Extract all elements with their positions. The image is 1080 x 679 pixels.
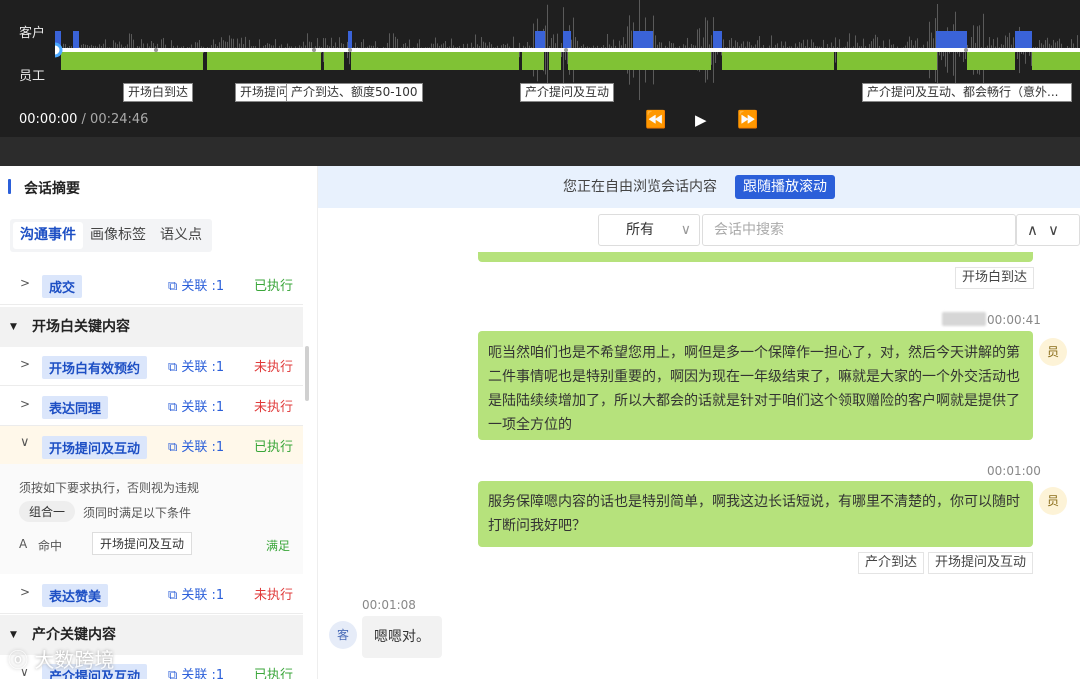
player-divider [0, 137, 1080, 166]
playhead-handle [55, 42, 63, 58]
event-chip[interactable]: 开场白到达 [955, 267, 1035, 289]
group-desc: 须同时满足以下条件 [83, 506, 192, 520]
event-chip[interactable]: 产介到达 [858, 552, 925, 574]
play-icon[interactable]: ▶ [695, 110, 707, 130]
forward-icon[interactable]: ⏩ [737, 110, 758, 130]
current-time: 00:00:00 [19, 112, 78, 127]
tab-profile-tags[interactable]: 画像标签 [83, 222, 153, 249]
segment-label[interactable]: 产介提问及互动、都会畅行（意外... [862, 83, 1072, 102]
chevron-right-icon[interactable]: > [20, 357, 30, 371]
condition-hit: 命中 [38, 539, 63, 553]
rewind-icon[interactable]: ⏪ [645, 110, 666, 130]
event-row[interactable]: > 表达同理 ⧉ 关联 :1 未执行 [0, 386, 303, 426]
group-badge: 组合一 [19, 501, 76, 522]
segment-label[interactable]: 开场提问 [235, 83, 289, 102]
status-badge: 已执行 [254, 668, 294, 679]
event-tag: 成交 [42, 275, 83, 298]
message-time: 00:01:00 [987, 464, 1041, 478]
chevron-right-icon[interactable]: > [20, 276, 30, 290]
customer-speech-segments [55, 31, 1032, 49]
customer-lane-label: 客户 [19, 26, 46, 41]
chevron-down-icon[interactable]: ∨ [20, 435, 30, 450]
time-separator: / [77, 112, 91, 127]
message-time: 00:01:08 [362, 598, 416, 612]
event-tag: 表达赞美 [42, 584, 109, 607]
employee-speech-segments [61, 52, 1080, 70]
event-detail: 须按如下要求执行，否则视为违规 组合一 须同时满足以下条件 A 命中 开场提问及… [0, 464, 303, 574]
customer-avatar: 客 [329, 621, 357, 649]
status-badge: 已执行 [254, 279, 294, 294]
event-row[interactable]: > 表达赞美 ⧉ 关联 :1 未执行 [0, 574, 303, 614]
tab-semantic-points[interactable]: 语义点 [153, 222, 209, 249]
speaker-filter[interactable]: 所有 ∨ [598, 214, 700, 246]
status-badge: 未执行 [254, 400, 294, 415]
time-display: 00:00:00 / 00:24:46 [19, 112, 148, 127]
related-count[interactable]: 关联 :1 [181, 668, 224, 679]
segment-label[interactable]: 产介到达、额度50-100 [286, 83, 423, 102]
related-link[interactable]: ⧉ 关联 :1 [168, 396, 224, 415]
status-badge: 已执行 [254, 440, 294, 455]
chevron-down-icon[interactable]: ∨ [681, 215, 691, 245]
event-row[interactable]: > 开场白有效预约 ⧉ 关联 :1 未执行 [0, 346, 303, 386]
condition-result: 满足 [266, 539, 291, 553]
summary-title: 会话摘要 [8, 178, 80, 198]
status-badge: 未执行 [254, 360, 294, 375]
conversation-panel: 您正在自由浏览会话内容 跟随播放滚动 所有 ∨ 会话中搜索 ∧∨ 开场白到达 00:… [318, 166, 1080, 679]
watermark-text: 大数跨境 [34, 648, 115, 672]
search-input[interactable]: 会话中搜索 [702, 214, 1016, 246]
event-chip[interactable]: 开场提问及互动 [928, 552, 1034, 574]
follow-playback-button[interactable]: 跟随播放滚动 [735, 175, 835, 199]
employee-avatar: 员 [1039, 338, 1067, 366]
section-title: 产介关键内容 [32, 627, 116, 643]
result-navigation[interactable]: ∧∨ [1016, 214, 1080, 246]
rule-text: 须按如下要求执行，否则视为违规 [19, 481, 200, 495]
browse-banner: 您正在自由浏览会话内容 跟随播放滚动 [318, 166, 1080, 208]
chevron-up-icon[interactable]: ∧ [1027, 221, 1048, 239]
related-count[interactable]: 关联 :1 [181, 440, 224, 455]
status-badge: 未执行 [254, 588, 294, 603]
related-link[interactable]: ⧉ 关联 :1 [168, 356, 224, 375]
segment-label[interactable]: 开场白到达 [123, 83, 194, 102]
event-row[interactable]: > 成交 ⧉ 关联 :1 已执行 [0, 265, 303, 305]
related-count[interactable]: 关联 :1 [181, 279, 224, 294]
employee-avatar: 员 [1039, 487, 1067, 515]
watermark: ⓞ 大数跨境 [8, 648, 115, 672]
chevron-right-icon[interactable]: > [20, 397, 30, 411]
tab-communication-events[interactable]: 沟通事件 [13, 222, 83, 249]
chevron-down-icon[interactable]: ∨ [1048, 221, 1069, 239]
message-bubble: 服务保障嗯内容的话也是特别简单，啊我这边长话短说，有哪里不清楚的，你可以随时打断… [478, 481, 1033, 547]
caret-down-icon[interactable]: ▼ [10, 307, 17, 347]
banner-text: 您正在自由浏览会话内容 [563, 179, 717, 195]
audio-player: 客户 员工 开场白到达 开场提问 产介到达、额度50-100 产介提问及互动 产… [0, 0, 1080, 137]
condition-letter: A [19, 537, 28, 551]
related-link[interactable]: ⧉ 关联 :1 [168, 664, 224, 679]
event-row-expanded[interactable]: ∨ 开场提问及互动 ⧉ 关联 :1 已执行 [0, 426, 303, 466]
related-link[interactable]: ⧉ 关联 :1 [168, 275, 224, 294]
redacted-speaker-name [942, 312, 986, 326]
condition-tag: 开场提问及互动 [92, 532, 193, 555]
message-bubble: 呃当然咱们也是不希望您用上，啊但是多一个保障作一担心了，对，然后今天讲解的第二件… [478, 331, 1033, 440]
related-count[interactable]: 关联 :1 [181, 588, 224, 603]
chevron-right-icon[interactable]: > [20, 585, 30, 599]
related-link[interactable]: ⧉ 关联 :1 [168, 584, 224, 603]
section-title: 开场白关键内容 [32, 319, 130, 335]
message-bubble: 嗯嗯对。 [362, 616, 442, 658]
message-bubble-partial [478, 252, 1033, 262]
employee-lane-label: 员工 [19, 69, 46, 84]
filter-value[interactable]: 所有 [626, 222, 654, 238]
event-tag: 开场白有效预约 [42, 356, 148, 379]
scrollbar[interactable] [305, 346, 309, 401]
related-count[interactable]: 关联 :1 [181, 360, 224, 375]
total-time: 00:24:46 [90, 112, 149, 127]
message-time: 00:00:41 [987, 313, 1041, 327]
summary-panel: 会话摘要 沟通事件 画像标签 语义点 > 成交 ⧉ 关联 :1 已执行 ▼ 开场白… [0, 166, 318, 679]
related-count[interactable]: 关联 :1 [181, 400, 224, 415]
segment-label[interactable]: 产介提问及互动 [520, 83, 615, 102]
summary-tabs: 沟通事件 画像标签 语义点 [10, 219, 212, 252]
section-header[interactable]: ▼ 开场白关键内容 [0, 307, 303, 347]
event-tag: 开场提问及互动 [42, 436, 148, 459]
related-link[interactable]: ⧉ 关联 :1 [168, 436, 224, 455]
event-tag: 表达同理 [42, 396, 109, 419]
